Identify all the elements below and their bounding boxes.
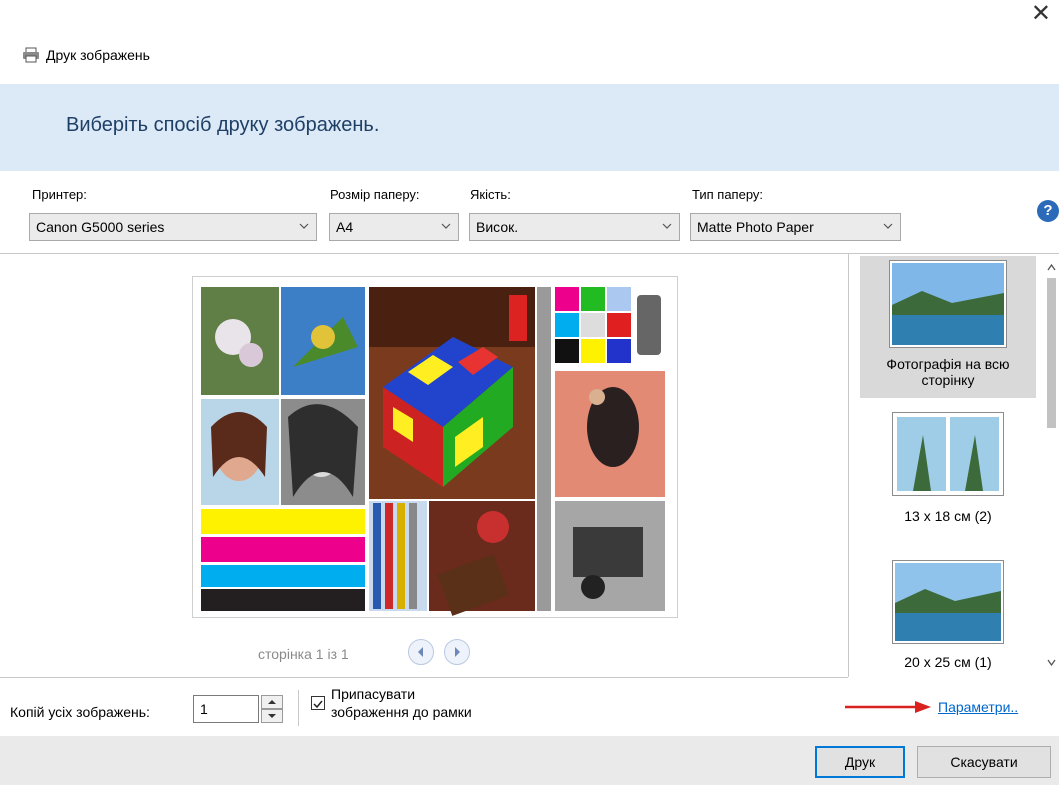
close-icon: ✕ [1030,0,1051,27]
paper-size-select-value: A4 [336,219,354,235]
window-title: Друк зображень [22,44,150,66]
quality-select[interactable]: Висок. [469,213,680,241]
prev-page-button[interactable] [408,639,434,665]
printer-label: Принтер: [32,187,87,202]
paper-type-select-value: Matte Photo Paper [697,219,814,235]
page-indicator: сторінка 1 із 1 [258,646,349,662]
close-button[interactable]: ✕ [1031,0,1051,28]
preview-image [201,287,665,616]
printer-select-value: Canon G5000 series [36,219,165,235]
window-title-text: Друк зображень [46,47,150,63]
fit-label: Припасувати зображення до рамки [331,685,472,721]
printer-select[interactable]: Canon G5000 series [29,213,317,241]
layout-thumb-20x25[interactable] [892,560,1004,644]
chevron-down-icon [441,223,451,229]
quality-label: Якість: [470,187,511,202]
layout-scrollbar[interactable] [1044,256,1059,676]
copies-input-value: 1 [200,701,208,717]
chevron-down-icon [883,223,893,229]
settings-link[interactable]: Параметри.. [938,699,1018,715]
paper-type-select[interactable]: Matte Photo Paper [690,213,901,241]
fit-label-line2: зображення до рамки [331,704,472,720]
banner-heading: Виберіть спосіб друку зображень. [66,114,380,136]
layout-thumb-13x18[interactable] [892,412,1004,496]
layout-label-13x18: 13 x 18 см (2) [904,508,992,524]
fit-label-line1: Припасувати [331,686,416,702]
copies-input[interactable]: 1 [193,695,259,723]
chevron-left-icon [418,647,423,657]
checkmark-icon [313,700,323,709]
red-arrow-annotation [845,701,931,713]
quality-select-value: Висок. [476,219,519,235]
two-portrait-thumbnail [897,417,999,491]
layout-label-full-page: Фотографія на всю сторінку [886,356,1010,388]
print-preview [192,276,678,618]
fit-checkbox[interactable] [311,696,325,710]
paper-size-select[interactable]: A4 [329,213,459,241]
cancel-button[interactable]: Скасувати [917,746,1051,778]
paper-size-label: Розмір паперу: [330,187,420,202]
chevron-down-icon [662,223,672,229]
layout-thumb-full-page[interactable] [889,260,1007,348]
next-page-button[interactable] [444,639,470,665]
print-button[interactable]: Друк [815,746,905,778]
landscape-thumbnail [892,263,1004,345]
divider [298,690,299,726]
chevron-down-icon [299,223,309,229]
help-icon[interactable]: ? [1037,200,1059,222]
chevron-right-icon [455,647,460,657]
layout-label-20x25: 20 x 25 см (1) [904,654,992,670]
copies-stepper[interactable] [261,695,283,723]
divider [0,677,848,678]
paper-type-label: Тип паперу: [692,187,764,202]
landscape-thumbnail [895,563,1001,641]
printer-icon [23,47,39,63]
copies-label: Копій усіх зображень: [10,704,150,720]
